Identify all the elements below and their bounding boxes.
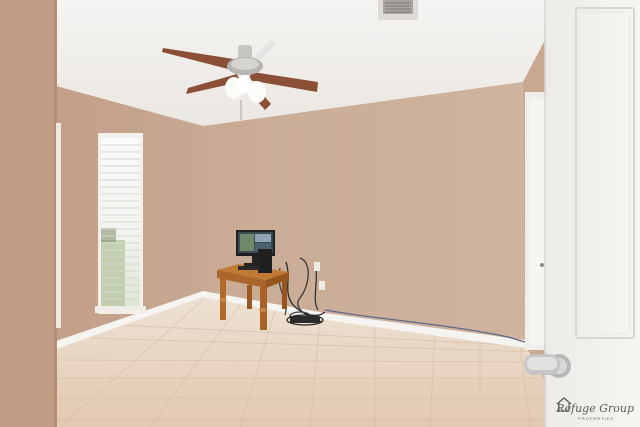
wall-outlet (314, 262, 320, 271)
window-trim-left (56, 123, 61, 328)
desktop-device (258, 249, 272, 273)
watermark-logo: Refuge Group PROPERTIES (556, 396, 634, 421)
room-photo: Refuge Group PROPERTIES (0, 0, 640, 427)
door-handle (524, 354, 571, 378)
closet-door-knob (540, 263, 544, 267)
keyboard (238, 266, 260, 270)
wall-outlet-2 (319, 281, 325, 290)
house-logo-icon (556, 397, 572, 412)
window (95, 133, 146, 314)
foreground-wall (0, 0, 56, 427)
ceiling-vent (378, 0, 418, 20)
watermark-tagline: PROPERTIES (578, 416, 614, 421)
room-illustration (0, 0, 640, 427)
power-strip (290, 316, 320, 323)
closet-door (530, 100, 545, 345)
